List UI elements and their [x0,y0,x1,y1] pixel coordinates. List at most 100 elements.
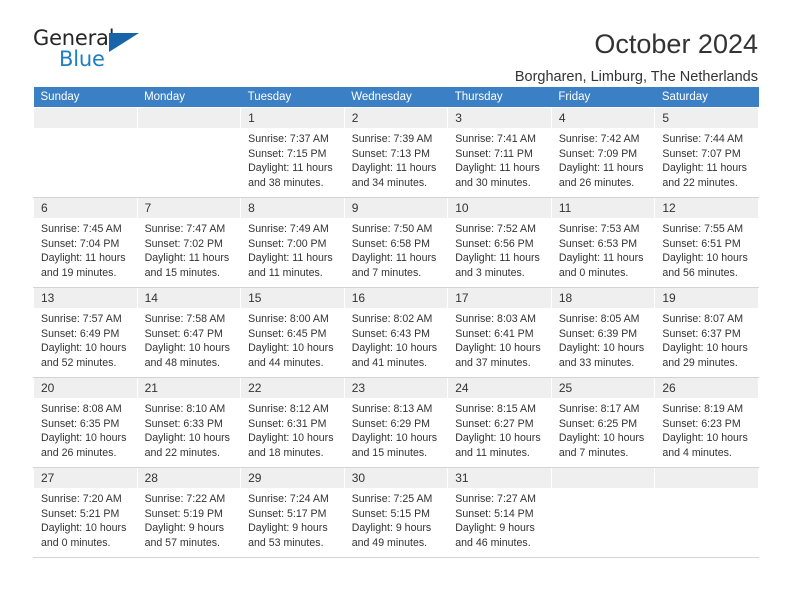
daylight-text: Daylight: 10 hours and 18 minutes. [248,432,334,459]
day-number: 1 [241,108,344,128]
calendar-day-cell[interactable]: 2 Sunrise: 7:39 AM Sunset: 7:13 PM Daylight… [343,107,449,198]
calendar-day-cell[interactable]: 3 Sunrise: 7:41 AM Sunset: 7:11 PM Daylight… [447,107,552,198]
calendar-day-cell[interactable]: 23 Sunrise: 8:13 AM Sunset: 6:29 PM Dayligh… [343,377,449,468]
calendar-day-cell[interactable]: 21 Sunrise: 8:10 AM Sunset: 6:33 PM Dayligh… [136,377,242,468]
daylight-text: Daylight: 10 hours and 22 minutes. [144,432,230,459]
calendar-week-row: 1 Sunrise: 7:37 AM Sunset: 7:15 PM Daylight… [33,107,759,198]
calendar-page: General Blue October 2024 Borgharen, Lim… [0,0,792,612]
logo-text-blue: Blue [59,47,105,71]
day-cell-inner: 23 Sunrise: 8:13 AM Sunset: 6:29 PM Dayligh… [344,378,448,467]
day-cell-inner: 6 Sunrise: 7:45 AM Sunset: 7:04 PM Daylight… [34,198,137,287]
general-blue-logo[interactable]: General Blue [33,26,153,76]
calendar-day-cell[interactable]: 14 Sunrise: 7:58 AM Sunset: 6:47 PM Dayligh… [136,287,242,378]
day-cell-inner: 25 Sunrise: 8:17 AM Sunset: 6:25 PM Dayligh… [551,378,655,467]
sunrise-text: Sunrise: 7:55 AM [662,223,744,235]
sunrise-text: Sunrise: 7:49 AM [248,223,329,235]
sunrise-text: Sunrise: 7:39 AM [351,133,433,145]
sunrise-text: Sunrise: 7:42 AM [558,133,640,145]
day-number: 30 [344,468,448,488]
page-header: General Blue October 2024 Borgharen, Lim… [0,0,792,85]
sunrise-text: Sunrise: 7:20 AM [41,493,122,505]
calendar-day-cell[interactable]: 17 Sunrise: 8:03 AM Sunset: 6:41 PM Dayligh… [447,287,552,378]
day-cell-inner: 9 Sunrise: 7:50 AM Sunset: 6:58 PM Daylight… [344,198,448,287]
sunset-text: Sunset: 6:37 PM [662,327,741,340]
sunset-text: Sunset: 6:31 PM [248,417,327,430]
calendar-day-cell[interactable]: 27 Sunrise: 7:20 AM Sunset: 5:21 PM Dayligh… [33,467,138,558]
sunrise-text: Sunrise: 7:50 AM [351,223,433,235]
calendar-day-cell[interactable]: 26 Sunrise: 8:19 AM Sunset: 6:23 PM Dayligh… [654,377,759,468]
day-number: 23 [344,378,448,398]
calendar-day-cell[interactable]: 24 Sunrise: 8:15 AM Sunset: 6:27 PM Dayligh… [447,377,552,468]
daylight-text: Daylight: 11 hours and 0 minutes. [558,252,644,279]
sunset-text: Sunset: 6:35 PM [41,417,120,430]
calendar-week-row: 27 Sunrise: 7:20 AM Sunset: 5:21 PM Dayligh… [33,467,759,558]
day-details: Sunrise: 8:13 AM Sunset: 6:29 PM Daylight:… [345,398,448,460]
daylight-text: Daylight: 9 hours and 57 minutes. [144,522,225,549]
sunset-text: Sunset: 7:07 PM [662,147,741,160]
sunset-text: Sunset: 5:15 PM [351,507,431,520]
sunrise-text: Sunrise: 8:05 AM [558,313,640,325]
calendar-day-cell[interactable]: 22 Sunrise: 8:12 AM Sunset: 6:31 PM Dayligh… [240,377,345,468]
calendar-day-cell[interactable]: 9 Sunrise: 7:50 AM Sunset: 6:58 PM Daylight… [343,197,449,288]
calendar-week-row: 6 Sunrise: 7:45 AM Sunset: 7:04 PM Daylight… [33,197,759,288]
calendar-day-cell[interactable]: 1 Sunrise: 7:37 AM Sunset: 7:15 PM Daylight… [240,107,345,198]
calendar-day-cell[interactable]: 28 Sunrise: 7:22 AM Sunset: 5:19 PM Dayligh… [136,467,242,558]
day-cell-inner: 5 Sunrise: 7:44 AM Sunset: 7:07 PM Daylight… [655,108,758,197]
sunrise-text: Sunrise: 7:24 AM [248,493,329,505]
calendar-day-cell[interactable]: 20 Sunrise: 8:08 AM Sunset: 6:35 PM Dayligh… [33,377,138,468]
sunset-text: Sunset: 5:17 PM [248,507,327,520]
day-details: Sunrise: 7:52 AM Sunset: 6:56 PM Daylight:… [448,218,551,280]
daylight-text: Daylight: 11 hours and 38 minutes. [248,162,333,189]
calendar-day-cell-empty [33,107,138,198]
calendar-day-cell[interactable]: 11 Sunrise: 7:53 AM Sunset: 6:53 PM Dayligh… [550,197,656,288]
daylight-text: Daylight: 10 hours and 48 minutes. [144,342,230,369]
day-details: Sunrise: 7:39 AM Sunset: 7:13 PM Daylight:… [345,128,448,190]
calendar-day-cell[interactable]: 16 Sunrise: 8:02 AM Sunset: 6:43 PM Dayligh… [343,287,449,378]
calendar-day-cell[interactable]: 4 Sunrise: 7:42 AM Sunset: 7:09 PM Daylight… [550,107,656,198]
sunrise-text: Sunrise: 7:52 AM [455,223,536,235]
location-subtitle: Borgharen, Limburg, The Netherlands [514,69,758,85]
day-number: 28 [137,468,241,488]
calendar-day-cell[interactable]: 13 Sunrise: 7:57 AM Sunset: 6:49 PM Dayligh… [33,287,138,378]
day-details: Sunrise: 7:25 AM Sunset: 5:15 PM Daylight:… [345,488,448,550]
calendar-day-cell[interactable]: 10 Sunrise: 7:52 AM Sunset: 6:56 PM Dayligh… [447,197,552,288]
day-cell-inner: 14 Sunrise: 7:58 AM Sunset: 6:47 PM Dayligh… [137,288,241,377]
day-number: 20 [34,378,137,398]
day-details: Sunrise: 7:41 AM Sunset: 7:11 PM Daylight:… [448,128,551,190]
daylight-text: Daylight: 10 hours and 41 minutes. [351,342,438,369]
day-cell-inner [137,108,241,197]
weekday-header-thursday: Thursday [447,87,552,108]
sunrise-text: Sunrise: 8:10 AM [144,403,226,415]
calendar-day-cell[interactable]: 15 Sunrise: 8:00 AM Sunset: 6:45 PM Dayligh… [240,287,345,378]
sunrise-text: Sunrise: 7:57 AM [41,313,122,325]
calendar-day-cell[interactable]: 29 Sunrise: 7:24 AM Sunset: 5:17 PM Dayligh… [240,467,345,558]
calendar-day-cell[interactable]: 19 Sunrise: 8:07 AM Sunset: 6:37 PM Dayligh… [654,287,759,378]
sunrise-text: Sunrise: 8:12 AM [248,403,329,415]
calendar-day-cell-empty [550,467,656,558]
calendar-day-cell[interactable]: 31 Sunrise: 7:27 AM Sunset: 5:14 PM Dayligh… [447,467,552,558]
day-number: 6 [34,198,137,218]
sunrise-text: Sunrise: 7:22 AM [144,493,226,505]
day-details: Sunrise: 7:45 AM Sunset: 7:04 PM Daylight:… [34,218,137,280]
sunset-text: Sunset: 6:45 PM [248,327,327,340]
daylight-text: Daylight: 10 hours and 11 minutes. [455,432,541,459]
calendar-day-cell[interactable]: 8 Sunrise: 7:49 AM Sunset: 7:00 PM Daylight… [240,197,345,288]
calendar-day-cell[interactable]: 7 Sunrise: 7:47 AM Sunset: 7:02 PM Daylight… [136,197,242,288]
sunset-text: Sunset: 6:39 PM [558,327,638,340]
day-cell-inner: 22 Sunrise: 8:12 AM Sunset: 6:31 PM Dayligh… [241,378,344,467]
sunset-text: Sunset: 6:23 PM [662,417,741,430]
calendar-day-cell[interactable]: 6 Sunrise: 7:45 AM Sunset: 7:04 PM Daylight… [33,197,138,288]
sunrise-text: Sunrise: 7:44 AM [662,133,744,145]
day-cell-inner: 30 Sunrise: 7:25 AM Sunset: 5:15 PM Dayligh… [344,468,448,557]
calendar-day-cell[interactable]: 12 Sunrise: 7:55 AM Sunset: 6:51 PM Dayligh… [654,197,759,288]
sunrise-text: Sunrise: 8:07 AM [662,313,744,325]
calendar-week-row: 20 Sunrise: 8:08 AM Sunset: 6:35 PM Dayligh… [33,377,759,468]
calendar-day-cell[interactable]: 30 Sunrise: 7:25 AM Sunset: 5:15 PM Dayligh… [343,467,449,558]
day-cell-inner: 20 Sunrise: 8:08 AM Sunset: 6:35 PM Dayligh… [34,378,137,467]
calendar-day-cell[interactable]: 5 Sunrise: 7:44 AM Sunset: 7:07 PM Daylight… [654,107,759,198]
calendar-day-cell[interactable]: 25 Sunrise: 8:17 AM Sunset: 6:25 PM Dayligh… [550,377,656,468]
weekday-header-tuesday: Tuesday [240,87,345,108]
day-details: Sunrise: 8:02 AM Sunset: 6:43 PM Daylight:… [345,308,448,370]
calendar-day-cell[interactable]: 18 Sunrise: 8:05 AM Sunset: 6:39 PM Dayligh… [550,287,656,378]
day-number: 15 [241,288,344,308]
